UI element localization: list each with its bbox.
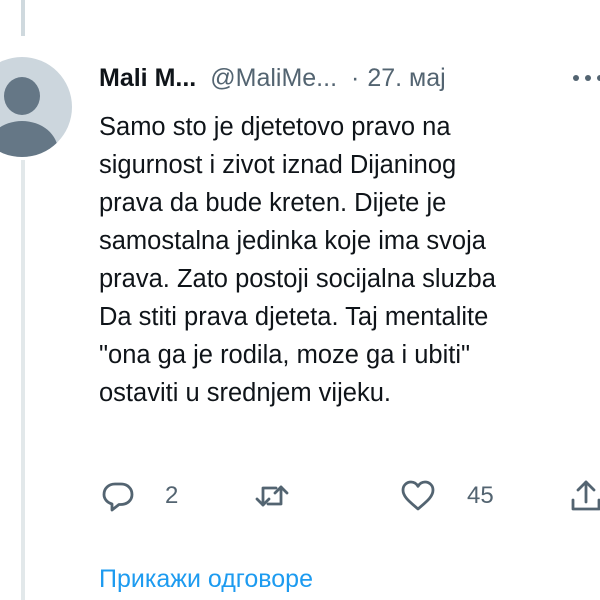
tweet-text-line: Samo sto je djetetovo pravo na	[99, 113, 451, 141]
like-count: 45	[467, 482, 494, 509]
avatar-head	[4, 77, 40, 115]
tweet-header: Mali M... @MaliMe... · 27. мај	[99, 60, 446, 96]
thread-line-top	[21, 0, 25, 36]
retweet-icon[interactable]	[254, 478, 290, 514]
tweet-text-line: samostalna jedinka koje ima svoja	[99, 227, 486, 255]
header-separator: ·	[351, 64, 360, 92]
tweet-date[interactable]: 27. мај	[367, 60, 445, 96]
author-name[interactable]: Mali M...	[99, 60, 196, 96]
thread-line-bottom	[21, 160, 25, 600]
tweet-text-line: prava da bude kreten. Dijete je	[99, 189, 447, 217]
tweet-text-line: Da stiti prava djeteta. Taj mentalite	[99, 303, 489, 331]
tweet-actions: 2 45	[0, 472, 600, 520]
reply-count: 2	[165, 482, 179, 509]
tweet-text: Samo sto je djetetovo pravo na sigurnost …	[99, 108, 600, 412]
author-handle[interactable]: @MaliMe...	[210, 60, 337, 96]
tweet-text-line: ostaviti u srednjem vijeku.	[99, 379, 391, 407]
default-avatar-icon[interactable]	[0, 57, 72, 157]
tweet-text-line: prava. Zato postoji socijalna sluzba	[99, 265, 496, 293]
avatar-shoulders	[0, 121, 58, 157]
tweet-card[interactable]: Mali M... @MaliMe... · 27. мај Samo sto …	[0, 0, 600, 600]
more-icon[interactable]	[568, 64, 600, 92]
reply-icon[interactable]	[100, 478, 136, 514]
like-icon[interactable]	[400, 478, 436, 514]
show-replies-link[interactable]: Прикажи одговоре	[99, 562, 313, 596]
share-icon[interactable]	[568, 478, 600, 514]
tweet-text-line: sigurnost i zivot iznad Dijaninog	[99, 151, 457, 179]
tweet-text-line: "ona ga je rodila, moze ga i ubiti"	[99, 341, 471, 369]
